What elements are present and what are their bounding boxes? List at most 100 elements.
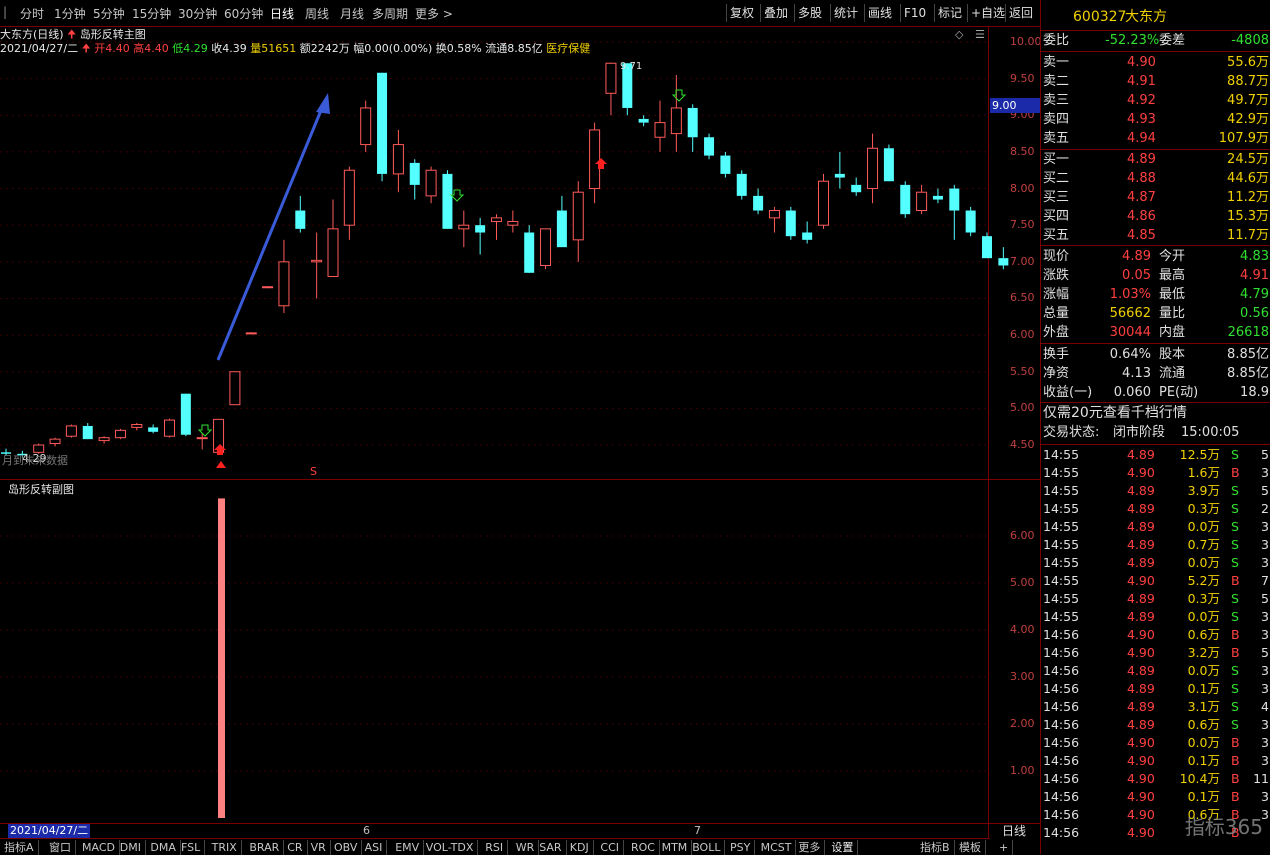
candle[interactable]: [818, 173, 829, 229]
candle[interactable]: [360, 100, 372, 152]
sub-axis-label: 2.00: [1010, 717, 1035, 730]
candle[interactable]: [311, 232, 323, 299]
candle[interactable]: [475, 217, 486, 255]
tab-18[interactable]: CCI: [596, 840, 624, 855]
tab-20[interactable]: MTM: [658, 840, 693, 855]
tab-6[interactable]: TRIX: [208, 840, 242, 855]
tab-21[interactable]: BOLL: [688, 840, 726, 855]
tick-row: 14:56 4.89 0.1万 S 3: [1041, 680, 1270, 698]
bid-volume: 24.5万: [1227, 152, 1269, 167]
candle[interactable]: [98, 436, 110, 444]
candle[interactable]: [654, 100, 666, 152]
tab-16[interactable]: SAR: [535, 840, 567, 855]
candle[interactable]: [851, 177, 862, 196]
tab-14[interactable]: RSI: [481, 840, 509, 855]
candle[interactable]: [377, 72, 388, 182]
tab-13[interactable]: VOL-TDX: [422, 840, 479, 855]
tab-11[interactable]: ASI: [361, 840, 388, 855]
candle[interactable]: [900, 181, 911, 218]
tab-2[interactable]: MACD: [78, 840, 120, 855]
candle[interactable]: [638, 115, 649, 127]
tab-25[interactable]: 设置: [827, 840, 859, 855]
candle[interactable]: [998, 247, 1009, 270]
candle[interactable]: [834, 151, 845, 189]
candle[interactable]: [343, 166, 355, 240]
tab-7[interactable]: BRAR: [245, 840, 285, 855]
tab-10[interactable]: OBV: [330, 840, 363, 855]
candle[interactable]: [425, 166, 437, 204]
candle[interactable]: [491, 214, 502, 240]
candle[interactable]: [670, 74, 682, 152]
candle[interactable]: [556, 195, 567, 248]
candle-body-down: [148, 427, 159, 432]
tab-4[interactable]: DMA: [146, 840, 181, 855]
candle[interactable]: [148, 424, 159, 434]
sub-gridlines: [0, 535, 988, 772]
candle[interactable]: [883, 144, 894, 182]
candle[interactable]: [572, 181, 584, 262]
candle[interactable]: [524, 225, 535, 273]
tab-1[interactable]: 窗口: [45, 840, 76, 855]
candlesticks[interactable]: [1, 62, 1009, 468]
candle[interactable]: [768, 206, 780, 233]
ask-volume: 107.9万: [1218, 131, 1269, 146]
candle[interactable]: [605, 62, 617, 116]
tab-22[interactable]: PSY: [726, 840, 756, 855]
candle[interactable]: [736, 170, 747, 200]
candle[interactable]: [965, 206, 976, 237]
kline-chart[interactable]: [0, 0, 1040, 838]
candle[interactable]: [114, 428, 126, 440]
tab-17[interactable]: KDJ: [566, 840, 594, 855]
ask-volume: 42.9万: [1227, 112, 1269, 127]
candle[interactable]: [720, 151, 731, 178]
candle[interactable]: [278, 239, 290, 314]
candle[interactable]: [131, 423, 143, 431]
tab-indicator-b[interactable]: 指标B: [916, 840, 955, 855]
candle[interactable]: [687, 104, 698, 152]
candle[interactable]: [229, 371, 241, 406]
price-axis-label: 6.00: [1010, 328, 1035, 342]
candle[interactable]: [704, 133, 715, 160]
tab-24[interactable]: 更多: [794, 840, 826, 855]
period-button[interactable]: 日线: [990, 824, 1038, 838]
candle[interactable]: [245, 332, 257, 335]
tab-add[interactable]: +: [995, 840, 1014, 855]
sub-indicator-name[interactable]: 岛形反转副图: [8, 481, 74, 497]
candle[interactable]: [180, 393, 191, 437]
candle[interactable]: [540, 228, 552, 270]
promo-text[interactable]: 仅需20元查看千档行情: [1043, 404, 1187, 422]
candle[interactable]: [164, 418, 175, 438]
candle[interactable]: [932, 188, 943, 204]
candle[interactable]: [392, 129, 404, 193]
candle[interactable]: [949, 184, 960, 240]
status-label: 交易状态:: [1043, 425, 1100, 440]
tab-0[interactable]: 指标A: [0, 840, 39, 855]
candle[interactable]: [327, 199, 339, 277]
candle[interactable]: [916, 184, 928, 215]
promo-row[interactable]: 仅需20元查看千档行情: [1041, 404, 1270, 422]
tab-9[interactable]: VR: [307, 840, 331, 855]
tab-12[interactable]: EMV: [391, 840, 425, 855]
candle[interactable]: [442, 170, 453, 229]
candle[interactable]: [295, 195, 306, 233]
candle[interactable]: [458, 210, 470, 248]
tab-8[interactable]: CR: [283, 840, 308, 855]
sell-signal-icon: [197, 424, 213, 437]
tab-19[interactable]: ROC: [627, 840, 660, 855]
divider: [1041, 51, 1270, 52]
candle[interactable]: [867, 133, 879, 204]
candle-body-down: [638, 118, 649, 123]
candle[interactable]: [262, 285, 274, 289]
tab-23[interactable]: MCST: [757, 840, 797, 855]
candle[interactable]: [49, 437, 61, 447]
tab-template[interactable]: 模板: [955, 840, 986, 855]
candle[interactable]: [409, 159, 420, 200]
candle[interactable]: [507, 210, 519, 233]
candle[interactable]: [753, 188, 764, 215]
candle[interactable]: [982, 232, 992, 259]
candle[interactable]: [82, 423, 93, 440]
candle[interactable]: [65, 424, 77, 438]
tab-3[interactable]: DMI: [116, 840, 147, 855]
tab-5[interactable]: FSL: [177, 840, 206, 855]
candle[interactable]: [785, 206, 796, 240]
